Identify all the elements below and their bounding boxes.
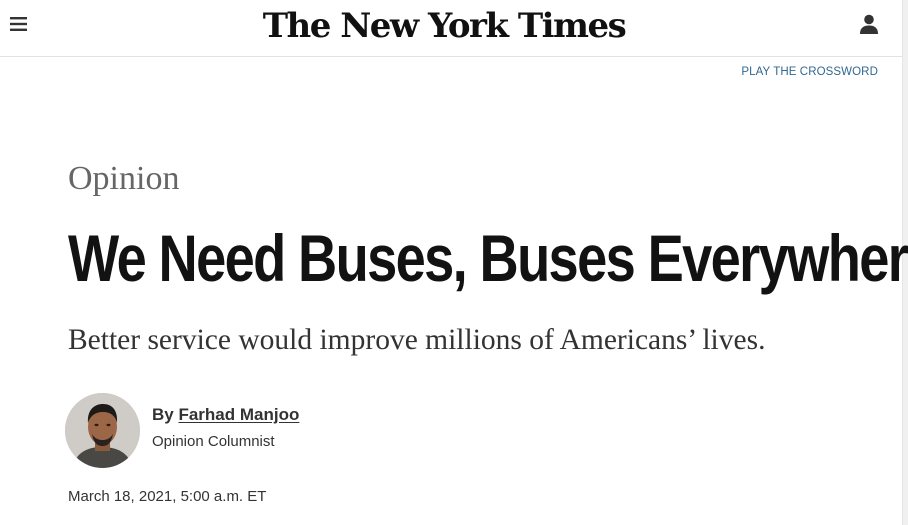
site-logo[interactable]: The New York Times [263, 5, 627, 47]
article-headline: We Need Buses, Buses Everywhere [68, 221, 908, 295]
author-title: Opinion Columnist [152, 433, 275, 450]
author-name-link[interactable]: Farhad Manjoo [178, 405, 299, 424]
byline-prefix: By [152, 405, 179, 424]
hamburger-menu-icon[interactable] [8, 14, 30, 34]
publish-timestamp: March 18, 2021, 5:00 a.m. ET [68, 488, 267, 505]
top-navigation-bar: The New York Times [0, 0, 903, 57]
author-avatar[interactable] [65, 393, 140, 468]
play-crossword-link[interactable]: PLAY THE CROSSWORD [741, 66, 878, 78]
section-label[interactable]: Opinion [68, 160, 179, 198]
byline: By Farhad Manjoo [152, 405, 299, 425]
article-summary: Better service would improve millions of… [68, 324, 766, 356]
user-account-icon[interactable] [857, 12, 881, 36]
